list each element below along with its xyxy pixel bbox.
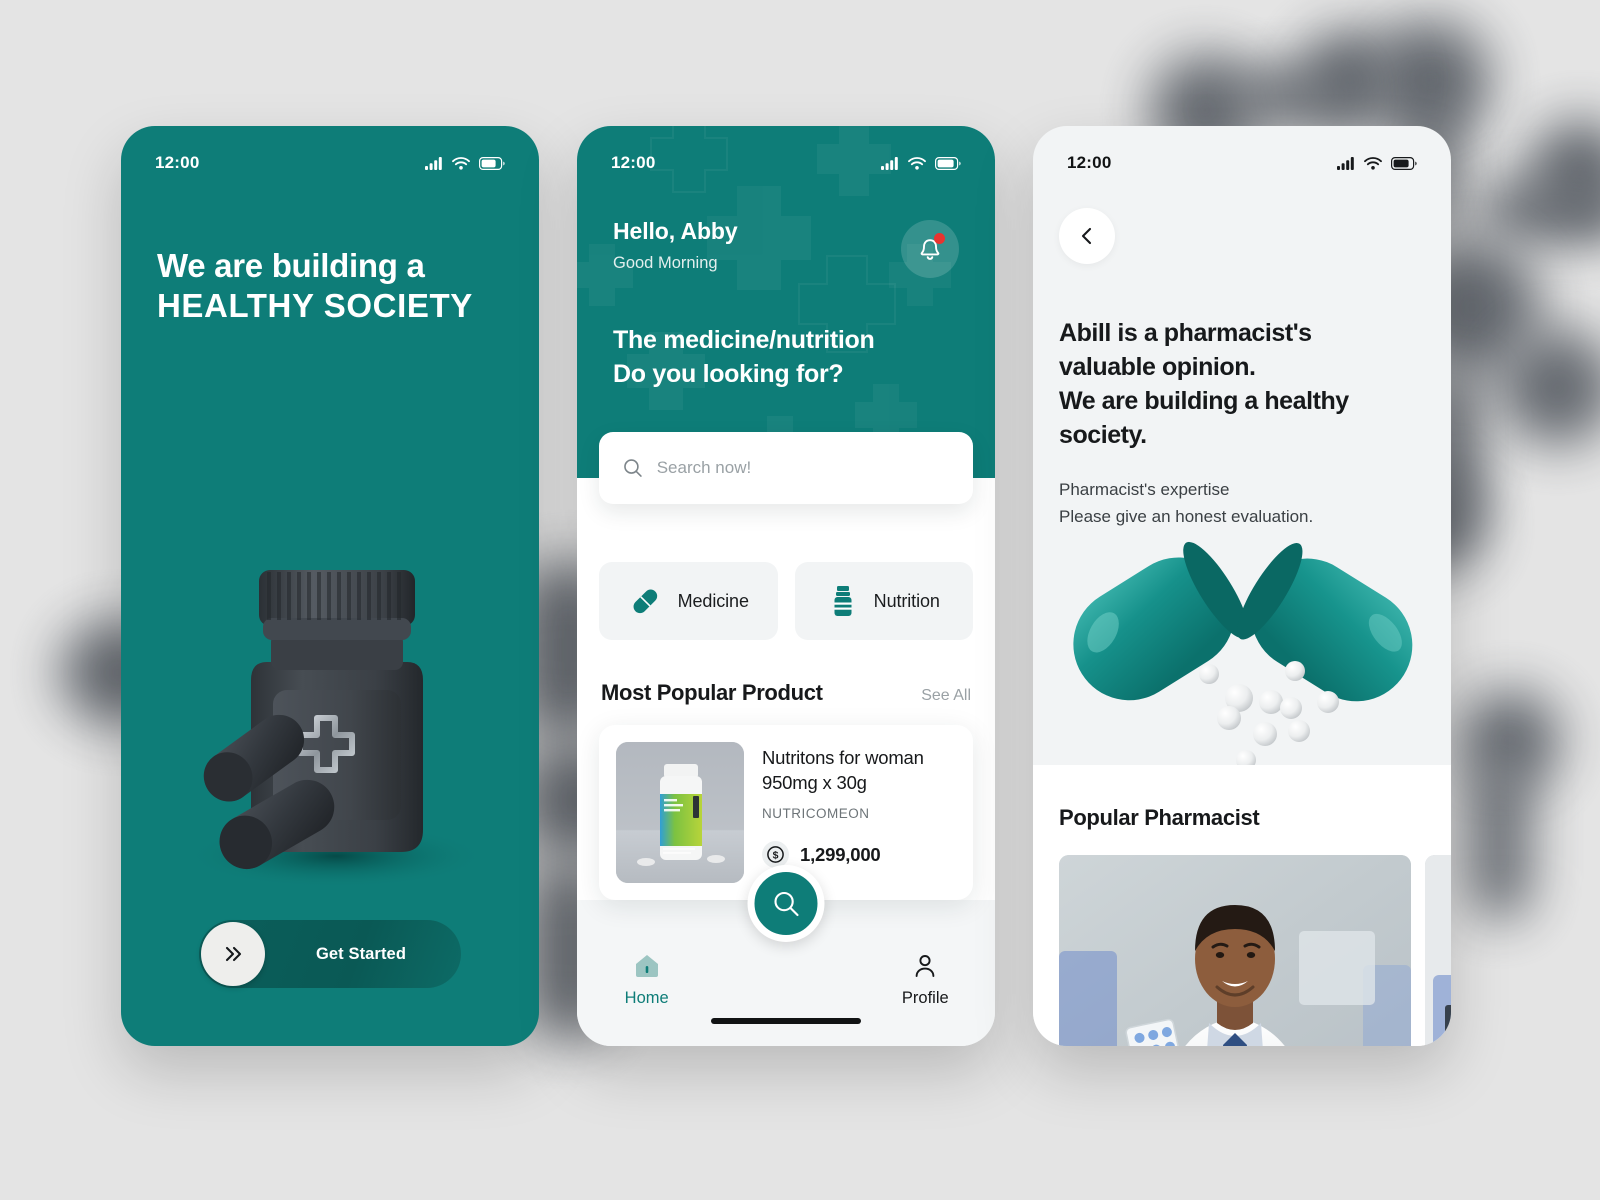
page-title: We are building a HEALTHY SOCIETY <box>157 246 503 327</box>
search-icon <box>773 891 799 916</box>
section-title: Popular Pharmacist <box>1059 805 1260 830</box>
greeting-block: Hello, Abby Good Morning <box>577 184 995 278</box>
back-button[interactable] <box>1059 208 1115 264</box>
greeting-name: Hello, Abby <box>613 218 738 244</box>
headline-line-1: We are building a <box>157 247 425 284</box>
phone-screen-pharmacist: 12:00 Abill is a pharmacist's valuable o… <box>1033 126 1451 1046</box>
status-bar-time: 12:00 <box>155 153 200 172</box>
person-icon <box>915 955 935 977</box>
product-thumbnail <box>616 742 744 883</box>
cellular-signal-icon <box>425 156 442 170</box>
home-header: 12:00 Hello, Abby Good Morning The medic… <box>577 126 995 478</box>
status-bar: 12:00 <box>577 126 995 184</box>
svg-text:$: $ <box>773 850 779 862</box>
pill-bottle-3d-illustration <box>121 522 539 902</box>
status-bar: 12:00 <box>121 126 539 184</box>
onboarding-headline-block: We are building a HEALTHY SOCIETY <box>121 184 539 327</box>
wifi-icon <box>1364 156 1382 170</box>
home-body: Medicine Nutrition Most Popular Product … <box>577 478 995 900</box>
product-info: Nutritons for woman 950mg x 30g NUTRICOM… <box>762 742 924 883</box>
greeting-subtitle: Good Morning <box>613 254 718 272</box>
popular-pharmacist-section: Popular Pharmacist <box>1033 765 1451 1046</box>
title-line-2: valuable opinion. <box>1059 353 1256 381</box>
product-name-line-1: Nutritons for woman <box>762 747 924 768</box>
wifi-icon <box>908 156 926 170</box>
subtitle-line-2: Please give an honest evaluation. <box>1059 507 1314 527</box>
section-title: Most Popular Product <box>601 680 823 705</box>
battery-icon <box>1391 156 1417 170</box>
popular-product-section-header: Most Popular Product See All <box>577 640 995 706</box>
bottom-tab-bar: Home Profile <box>577 928 995 1046</box>
battery-icon <box>935 156 961 170</box>
tab-home[interactable]: Home <box>577 952 716 1008</box>
question-line-1: The medicine/nutrition <box>613 326 875 354</box>
status-bar-time: 12:00 <box>611 153 656 172</box>
search-input[interactable] <box>656 458 949 478</box>
pharmacist-card-row <box>1033 831 1451 1046</box>
phone-screen-onboarding: 12:00 We are building a HEALTHY SOCIETY … <box>121 126 539 1046</box>
status-bar-time: 12:00 <box>1067 153 1112 172</box>
capsule-icon <box>633 589 657 614</box>
cellular-signal-icon <box>1337 156 1354 170</box>
title-line-4: society. <box>1059 421 1147 449</box>
wifi-icon <box>452 156 470 170</box>
title-line-3: We are building a healthy <box>1059 387 1349 415</box>
home-question: The medicine/nutrition Do you looking fo… <box>577 278 995 391</box>
category-row: Medicine Nutrition <box>577 562 995 640</box>
tab-home-label: Home <box>624 989 669 1007</box>
product-name-line-2: 950mg x 30g <box>762 771 867 793</box>
cellular-signal-icon <box>881 156 898 170</box>
search-fab-button[interactable] <box>747 865 825 942</box>
double-chevron-right-icon <box>201 922 265 986</box>
home-icon <box>635 955 658 977</box>
battery-icon <box>479 156 505 170</box>
pharmacist-card[interactable] <box>1059 855 1411 1046</box>
pharmacist-intro: Abill is a pharmacist's valuable opinion… <box>1033 264 1451 530</box>
category-medicine[interactable]: Medicine <box>599 562 778 640</box>
supplement-bottle-icon <box>834 586 852 616</box>
notification-badge-dot <box>934 233 945 244</box>
title-line-1: Abill is a pharmacist's <box>1059 319 1312 347</box>
category-medicine-label: Medicine <box>677 590 749 611</box>
see-all-link[interactable]: See All <box>921 687 971 705</box>
product-price: 1,299,000 <box>800 843 881 865</box>
phone-screen-home: 12:00 Hello, Abby Good Morning The medic… <box>577 126 995 1046</box>
get-started-button[interactable]: Get Started <box>199 920 461 988</box>
status-bar: 12:00 <box>1033 126 1451 184</box>
home-indicator <box>711 1018 861 1024</box>
category-nutrition[interactable]: Nutrition <box>794 562 973 640</box>
tab-profile-label: Profile <box>901 989 949 1007</box>
page-title: Abill is a pharmacist's valuable opinion… <box>1059 316 1425 452</box>
subtitle-line-1: Pharmacist's expertise <box>1059 480 1230 499</box>
pharmacist-subtitle: Pharmacist's expertise Please give an ho… <box>1059 476 1425 530</box>
product-brand: NUTRICOMEON <box>762 806 870 822</box>
tab-profile[interactable]: Profile <box>856 952 995 1008</box>
open-capsule-with-beads-illustration <box>1033 526 1451 789</box>
pharmacist-card[interactable] <box>1425 855 1451 1046</box>
headline-line-2: HEALTHY SOCIETY <box>157 287 473 325</box>
search-icon <box>624 459 642 477</box>
chevron-left-icon <box>1081 227 1092 245</box>
search-bar[interactable] <box>599 432 973 504</box>
category-nutrition-label: Nutrition <box>873 590 940 611</box>
question-line-2: Do you looking for? <box>613 359 844 388</box>
notification-button[interactable] <box>901 220 959 278</box>
